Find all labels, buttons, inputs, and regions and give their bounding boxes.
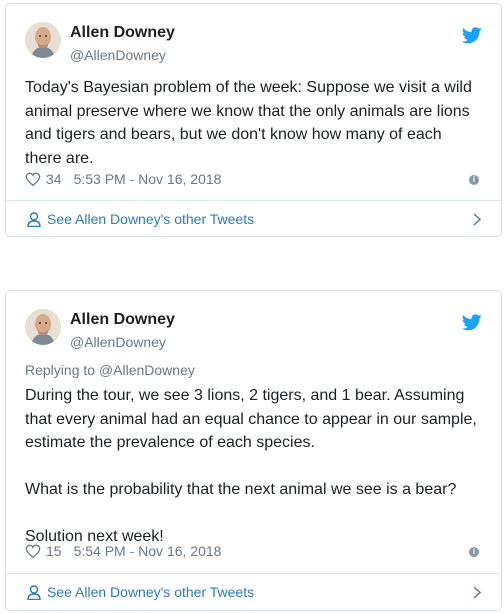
tweet-card: Allen Downey @AllenDowney Today's Bayesi…: [5, 3, 502, 237]
replying-to[interactable]: Replying to @AllenDowney: [25, 362, 195, 378]
avatar[interactable]: [25, 22, 61, 58]
tweet-meta: 34 5:53 PM - Nov 16, 2018: [25, 171, 221, 187]
like-count[interactable]: 34: [46, 171, 62, 187]
other-tweets-link[interactable]: See Allen Downey's other Tweets: [6, 200, 501, 238]
person-icon: [27, 584, 41, 600]
other-tweets-label[interactable]: See Allen Downey's other Tweets: [47, 584, 254, 600]
chevron-right-icon[interactable]: [473, 585, 481, 599]
timestamp[interactable]: 5:53 PM - Nov 16, 2018: [74, 171, 222, 187]
tweet-text: During the tour, we see 3 lions, 2 tiger…: [25, 387, 477, 545]
twitter-bird-icon[interactable]: [462, 27, 482, 44]
heart-icon[interactable]: [25, 544, 41, 558]
tweet-card: Allen Downey @AllenDowney Replying to @A…: [5, 290, 502, 611]
author-handle[interactable]: @AllenDowney: [70, 47, 166, 63]
chevron-right-icon[interactable]: [473, 212, 481, 226]
heart-icon[interactable]: [25, 172, 41, 186]
other-tweets-link[interactable]: See Allen Downey's other Tweets: [6, 573, 501, 611]
person-icon: [27, 211, 41, 227]
author-name[interactable]: Allen Downey: [70, 311, 175, 329]
other-tweets-label[interactable]: See Allen Downey's other Tweets: [47, 211, 254, 227]
avatar[interactable]: [25, 309, 61, 345]
author-handle[interactable]: @AllenDowney: [70, 334, 166, 350]
twitter-bird-icon[interactable]: [462, 314, 482, 331]
like-count[interactable]: 15: [46, 543, 62, 559]
author-name[interactable]: Allen Downey: [70, 24, 175, 42]
info-icon[interactable]: i: [469, 547, 479, 557]
info-icon[interactable]: i: [469, 175, 479, 185]
tweet-meta: 15 5:54 PM - Nov 16, 2018: [25, 543, 221, 559]
timestamp[interactable]: 5:54 PM - Nov 16, 2018: [74, 543, 222, 559]
tweet-text: Today's Bayesian problem of the week: Su…: [25, 79, 472, 167]
